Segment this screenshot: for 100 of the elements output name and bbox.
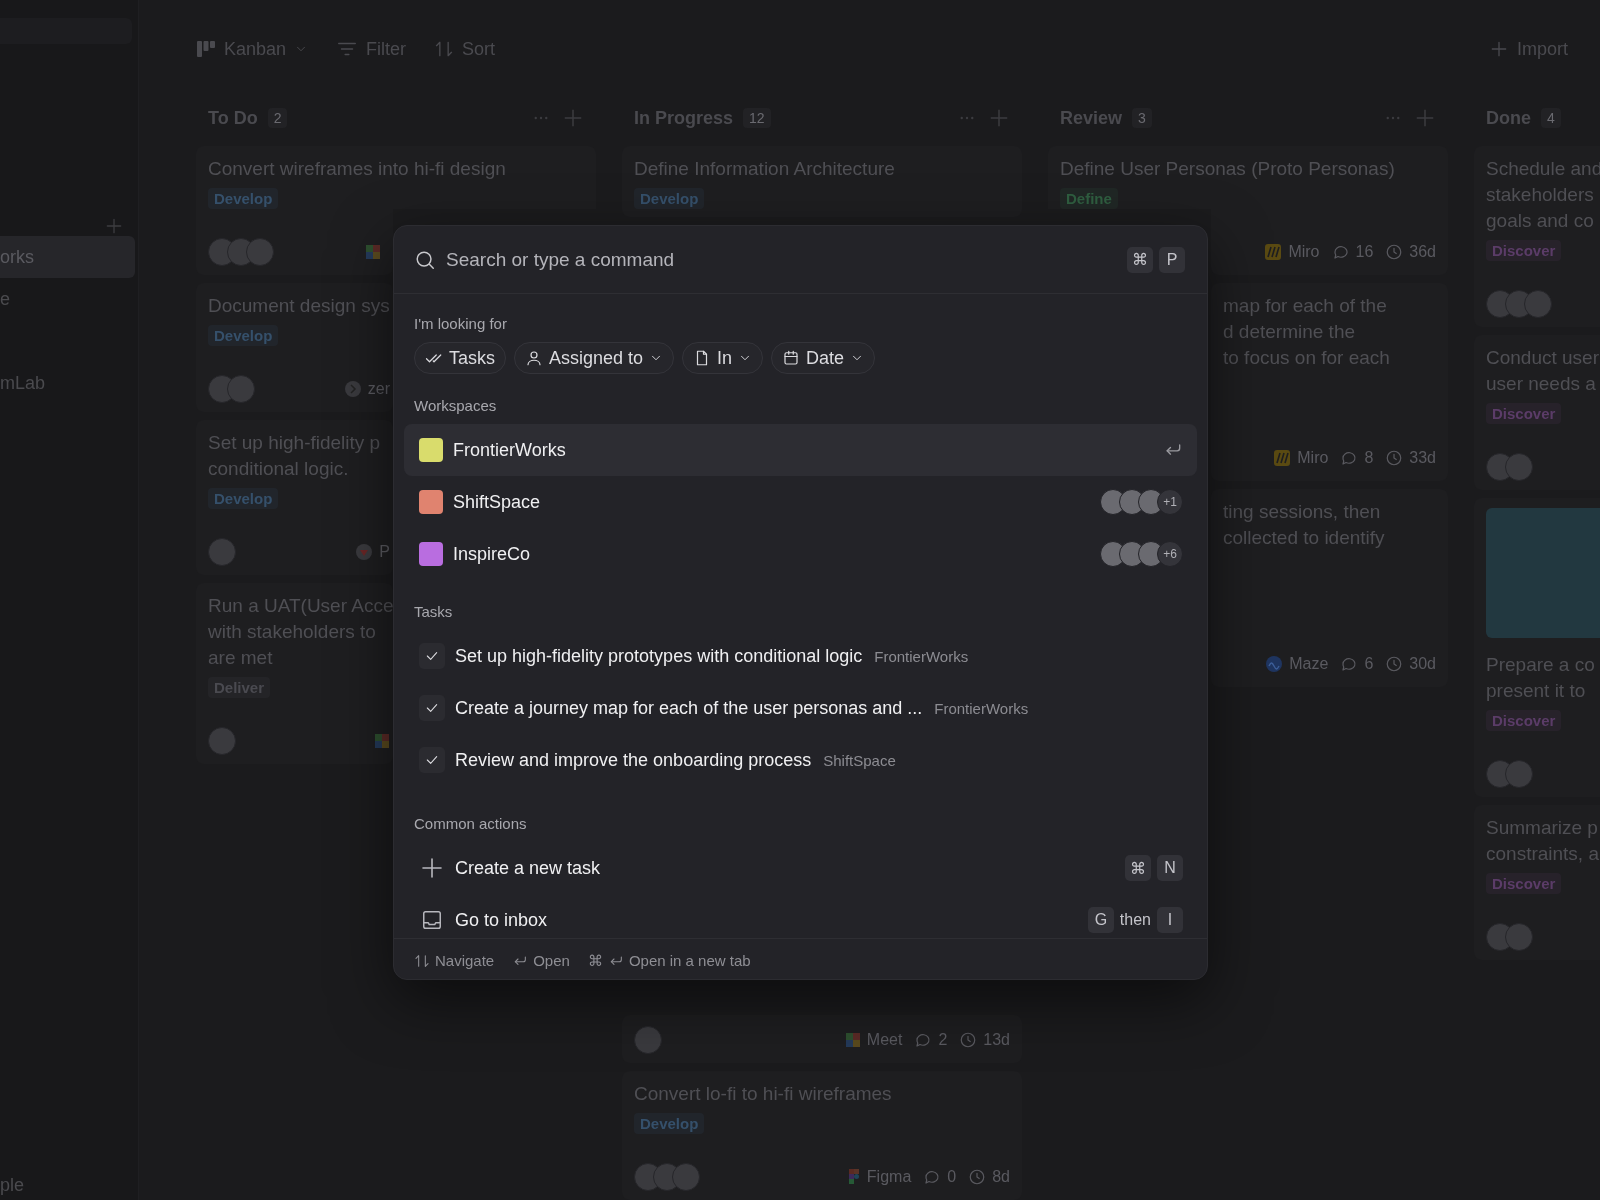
hint-label: Open <box>533 952 570 969</box>
clock-icon <box>1385 243 1404 261</box>
clock-icon <box>1385 655 1404 673</box>
tag-label: Develop <box>208 188 279 209</box>
tag-label: Discover <box>1486 240 1562 261</box>
key-hint: ⌘ <box>1125 855 1151 881</box>
clock-icon <box>1385 449 1404 467</box>
avatar <box>208 727 236 755</box>
filter-chip[interactable]: Tasks <box>414 342 506 374</box>
comment-count: 6 <box>1364 655 1374 673</box>
action-item[interactable]: Go to inbox G then I <box>404 894 1197 938</box>
multicolor-square-icon <box>365 244 381 260</box>
hint-label: Open in a new tab <box>628 952 751 969</box>
person-icon <box>525 349 543 367</box>
avatar <box>672 1163 700 1191</box>
app-name: zer <box>367 380 390 398</box>
calendar-icon <box>782 349 801 367</box>
shapes-logo-icon <box>846 1168 861 1186</box>
key-hint: I <box>1157 907 1183 933</box>
tag-label: Discover <box>1486 710 1562 731</box>
age-label: 8d <box>992 1168 1010 1186</box>
hint-label: Navigate <box>435 952 495 969</box>
workspace-item[interactable]: InspireCo +6 <box>404 528 1197 580</box>
search-field[interactable]: Search or type a command <box>446 244 1117 275</box>
filter-chip[interactable]: Assigned to <box>514 342 675 374</box>
comment-count: 8 <box>1364 449 1374 467</box>
key-separator: then <box>1119 911 1151 929</box>
multicolor-square-icon <box>844 1032 861 1048</box>
zigzag-logo-icon <box>1264 243 1283 261</box>
key-hint: G <box>1087 907 1114 933</box>
key-hint: P <box>1159 246 1185 273</box>
action-item[interactable]: Create a new task ⌘ N <box>404 842 1197 894</box>
app-name: Figma <box>866 1168 912 1186</box>
board-icon <box>196 39 216 59</box>
add-icon[interactable] <box>988 107 1010 129</box>
filter-chip[interactable]: In <box>682 342 764 374</box>
avatar <box>227 375 255 403</box>
avatar <box>1505 453 1533 481</box>
key-hint: N <box>1157 855 1183 881</box>
comment-count: 2 <box>938 1031 948 1049</box>
key-symbol: ⌘ <box>587 951 603 970</box>
avatar <box>208 538 236 566</box>
section-label: Tasks <box>413 602 454 622</box>
tag-label: Develop <box>208 325 279 346</box>
tag-label: Develop <box>634 1113 705 1134</box>
comment-icon <box>1340 449 1359 467</box>
comment-icon <box>923 1168 942 1186</box>
circle-logo-icon <box>1265 655 1284 673</box>
count-badge: 3 <box>1132 108 1152 128</box>
sort-icon <box>414 952 430 969</box>
zigzag-logo-icon <box>1273 449 1292 467</box>
section-label: I'm looking for <box>413 314 508 334</box>
circle-logo-icon <box>343 380 362 398</box>
comment-count: 16 <box>1355 243 1374 261</box>
add-icon[interactable] <box>1414 107 1436 129</box>
section-label: Workspaces <box>413 396 498 416</box>
age-label: 30d <box>1409 655 1436 673</box>
app-name: Miro <box>1288 243 1320 261</box>
age-label: 33d <box>1409 449 1436 467</box>
age-label: 36d <box>1409 243 1436 261</box>
task-result[interactable]: Review and improve the onboarding process ShiftSpace <box>404 734 1197 786</box>
sort-icon <box>434 39 455 59</box>
app-name: Maze <box>1289 655 1329 673</box>
comment-icon <box>1340 655 1359 673</box>
avatar <box>1524 290 1552 318</box>
clock-icon <box>959 1031 978 1049</box>
count-badge: 2 <box>267 108 288 128</box>
plus-icon <box>420 856 444 880</box>
comment-icon <box>914 1031 933 1049</box>
plus-shape <box>104 216 124 236</box>
member-count: +6 <box>1157 541 1183 567</box>
avatar <box>246 238 274 266</box>
clock-icon <box>968 1168 987 1186</box>
comment-icon <box>1331 243 1350 261</box>
count-badge: 4 <box>1541 108 1561 128</box>
key-hint: ⌘ <box>1127 246 1153 273</box>
tag-label: Develop <box>208 488 279 509</box>
plus-icon <box>1489 39 1509 59</box>
inbox-icon <box>421 909 443 931</box>
tag-label: Discover <box>1486 403 1562 424</box>
workspace-item[interactable]: FrontierWorks <box>404 424 1197 476</box>
app-name: Meet <box>866 1031 903 1049</box>
age-label: 13d <box>983 1031 1010 1049</box>
section-label: Common actions <box>413 814 528 834</box>
add-icon[interactable] <box>104 216 124 236</box>
multicolor-square-icon <box>374 733 390 749</box>
workspace-item[interactable]: ShiftSpace +1 <box>404 476 1197 528</box>
avatar <box>1505 760 1533 788</box>
avatar <box>1505 923 1533 951</box>
task-result[interactable]: Set up high-fidelity prototypes with conditional logic FrontierWorks <box>404 630 1197 682</box>
filter-chip[interactable]: Date <box>771 342 876 374</box>
tag-label: Develop <box>634 188 705 209</box>
count-badge: 12 <box>743 108 771 128</box>
avatar <box>634 1026 662 1054</box>
add-icon[interactable] <box>562 107 584 129</box>
comment-count: 0 <box>947 1168 957 1186</box>
member-count: +1 <box>1157 489 1183 515</box>
tag-label: Discover <box>1486 873 1562 894</box>
app-name: Miro <box>1297 449 1329 467</box>
task-result[interactable]: Create a journey map for each of the user personas and ... FrontierWorks <box>404 682 1197 734</box>
